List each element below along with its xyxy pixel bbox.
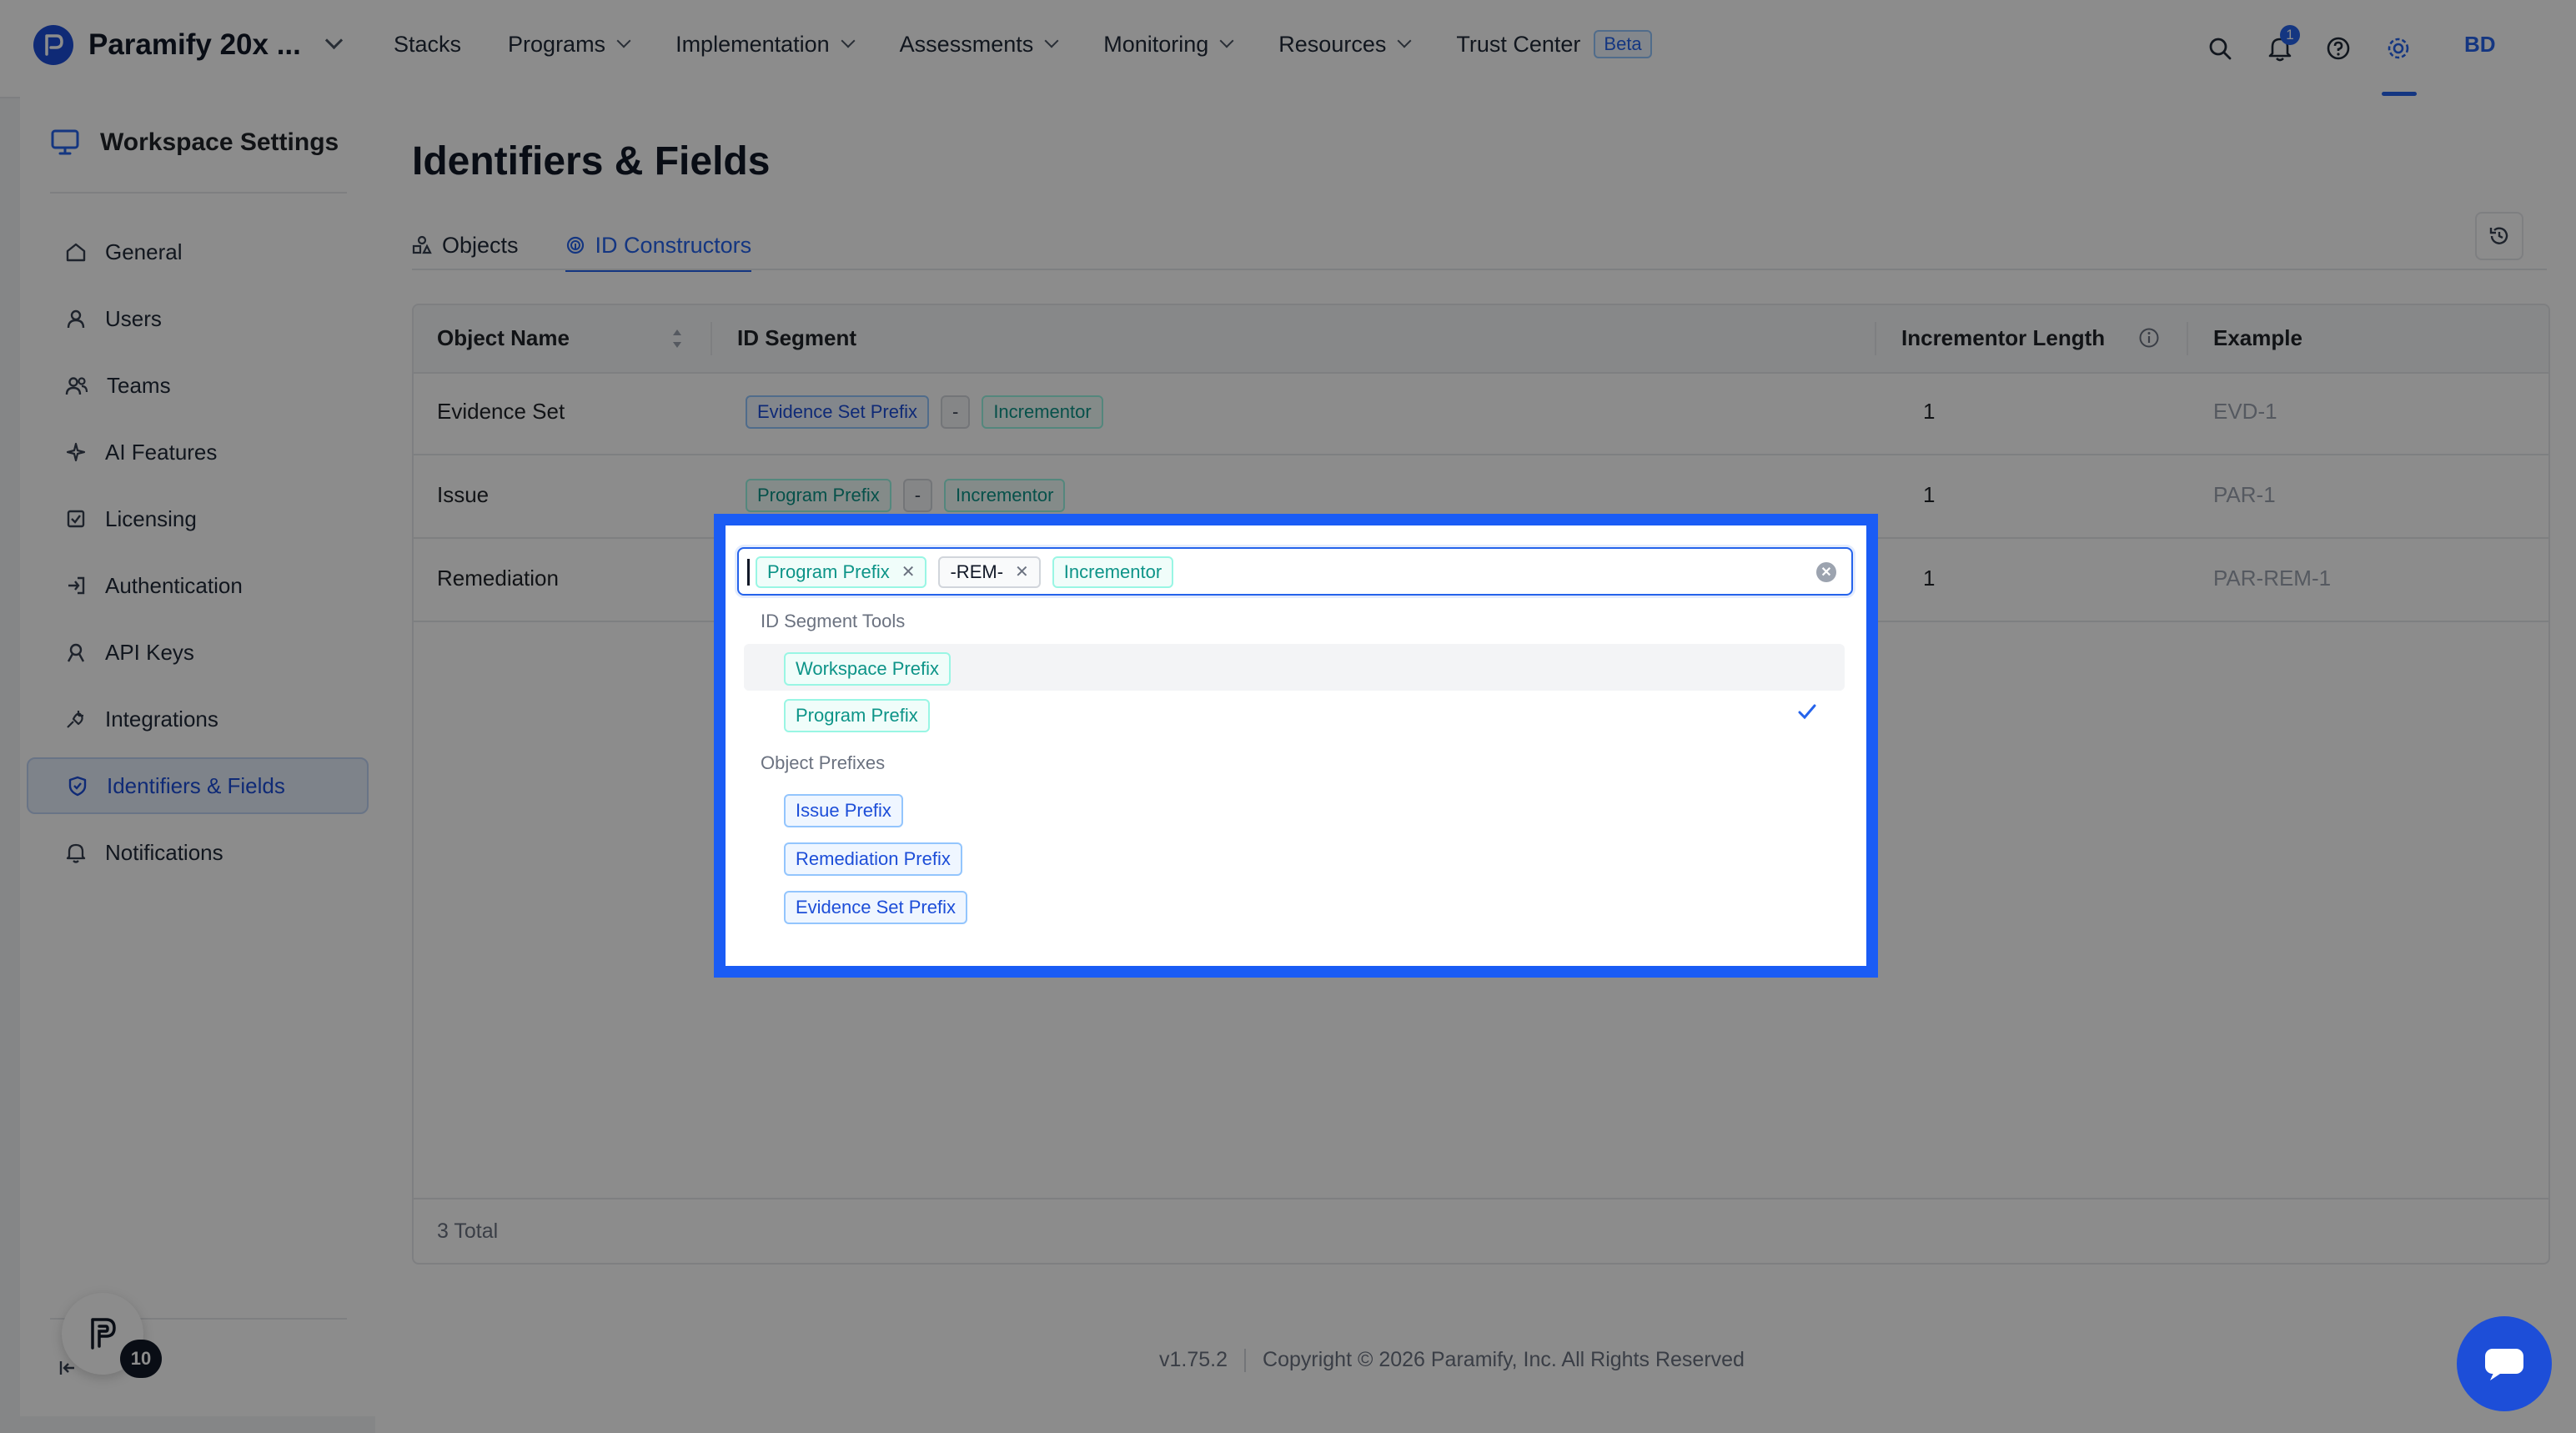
selected-segment-chip: -REM- ✕ (938, 556, 1041, 588)
remove-chip-icon[interactable]: ✕ (901, 560, 916, 585)
id-segment-multiselect-input[interactable]: Program Prefix ✕ -REM- ✕ Incrementor ✕ (737, 547, 1853, 596)
option-program-prefix[interactable]: Program Prefix (744, 691, 1845, 737)
text-cursor (747, 559, 750, 586)
selected-segments: Program Prefix ✕ -REM- ✕ Incrementor (756, 556, 1174, 588)
dropdown-menu: ID Segment Tools Workspace Prefix Progra… (737, 606, 1853, 956)
id-segment-editor-highlight: Program Prefix ✕ -REM- ✕ Incrementor ✕ I… (714, 514, 1878, 978)
option-issue-prefix[interactable]: Issue Prefix (744, 786, 1845, 832)
selected-segment-chip: Program Prefix ✕ (756, 556, 927, 588)
chat-icon (2485, 1349, 2523, 1380)
selected-segment-chip: Incrementor (1052, 556, 1174, 588)
group-label: Object Prefixes (761, 752, 886, 773)
clear-all-icon[interactable]: ✕ (1816, 562, 1836, 582)
option-remediation-prefix[interactable]: Remediation Prefix (744, 834, 1845, 881)
remove-chip-icon[interactable]: ✕ (1015, 560, 1029, 585)
option-evidence-set-prefix[interactable]: Evidence Set Prefix (744, 882, 1845, 929)
option-workspace-prefix[interactable]: Workspace Prefix (744, 644, 1845, 691)
support-chat-button[interactable] (2457, 1316, 2552, 1411)
group-label: ID Segment Tools (761, 611, 906, 631)
check-icon (1795, 699, 1820, 728)
